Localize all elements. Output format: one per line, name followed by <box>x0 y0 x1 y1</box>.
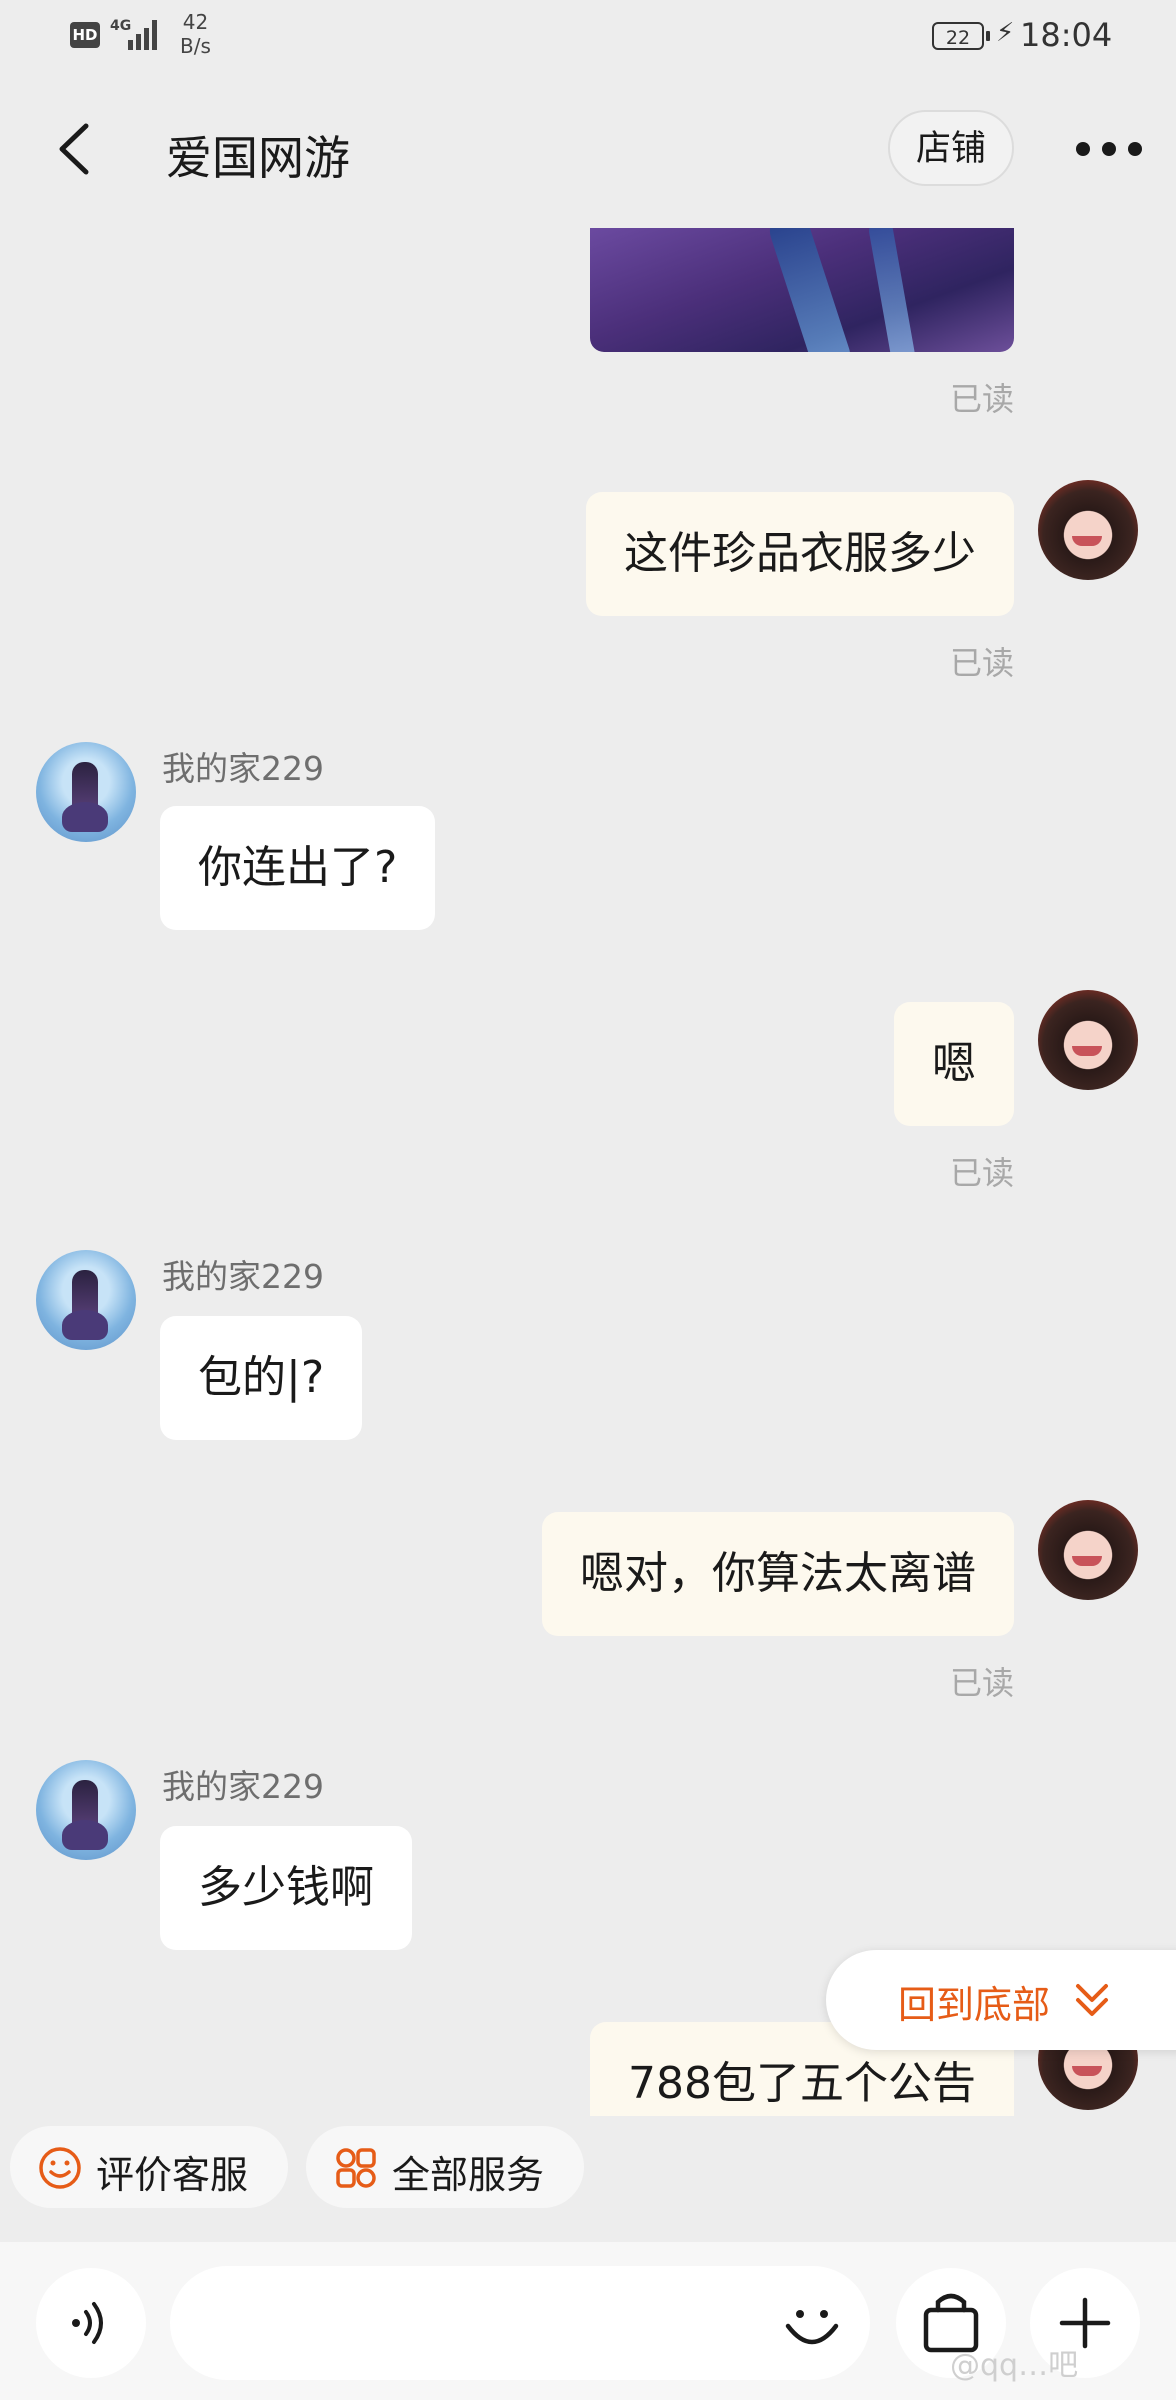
signal-icon <box>128 20 162 50</box>
image-message[interactable] <box>590 228 1014 352</box>
contact-message-bubble[interactable]: 你连出了? <box>160 806 436 930</box>
emoji-icon[interactable] <box>782 2294 842 2354</box>
contact-message-bubble[interactable]: 包的|? <box>160 1316 363 1440</box>
chat-message-list[interactable]: 已读 这件珍品衣服多少 已读 我的家229 你连出了? 嗯 已读 我的家229 … <box>0 224 1176 2116</box>
network-speed: 42 B/s <box>180 10 211 58</box>
smiley-icon <box>39 2147 81 2189</box>
my-message-bubble[interactable]: 这件珍品衣服多少 <box>586 492 1014 616</box>
read-receipt: 已读 <box>949 644 1014 682</box>
sender-name: 我的家229 <box>162 1767 324 1806</box>
my-message-bubble[interactable]: 嗯对，你算法太离谱 <box>542 1512 1014 1636</box>
more-options-button[interactable] <box>1074 130 1144 170</box>
chat-title: 爱国网游 <box>166 131 350 185</box>
my-avatar[interactable] <box>1038 990 1138 1090</box>
back-arrow-icon <box>59 123 89 175</box>
watermark: @qq…吧 <box>950 2348 1079 2383</box>
message-input[interactable] <box>170 2266 870 2380</box>
contact-avatar[interactable] <box>36 1250 136 1350</box>
clock: 18:04 <box>1020 16 1113 54</box>
double-chevron-down-icon <box>1076 1984 1108 2016</box>
rate-service-chip[interactable]: 评价客服 <box>10 2126 288 2208</box>
all-services-label: 全部服务 <box>392 2153 545 2197</box>
voice-icon <box>72 2302 103 2344</box>
back-button[interactable] <box>50 122 100 176</box>
voice-button[interactable] <box>36 2268 146 2378</box>
grid-services-icon <box>336 2148 376 2188</box>
back-to-bottom-label: 回到底部 <box>898 1983 1051 2027</box>
read-receipt: 已读 <box>949 1154 1014 1192</box>
more-dots-icon <box>1076 142 1090 156</box>
my-avatar[interactable] <box>1038 480 1138 580</box>
my-message-bubble[interactable]: 嗯 <box>894 1002 1014 1126</box>
back-to-bottom-button[interactable]: 回到底部 <box>826 1950 1176 2050</box>
read-receipt: 已读 <box>949 380 1014 418</box>
network-speed-unit: B/s <box>180 34 211 58</box>
contact-message-bubble[interactable]: 多少钱啊 <box>160 1826 412 1950</box>
contact-avatar[interactable] <box>36 1760 136 1860</box>
hd-indicator: HD <box>70 22 100 48</box>
shop-button[interactable]: 店铺 <box>888 110 1014 186</box>
contact-avatar[interactable] <box>36 742 136 842</box>
all-services-chip[interactable]: 全部服务 <box>306 2126 584 2208</box>
network-speed-value: 42 <box>182 10 209 34</box>
chat-header: 爱国网游 店铺 <box>0 74 1176 224</box>
sender-name: 我的家229 <box>162 749 324 788</box>
status-bar: HD 4G 42 B/s 22 ⚡ 18:04 <box>0 0 1176 74</box>
rate-service-label: 评价客服 <box>96 2153 249 2197</box>
sender-name: 我的家229 <box>162 1257 324 1296</box>
read-receipt: 已读 <box>949 1664 1014 1702</box>
battery-icon: 22 <box>932 22 990 50</box>
charging-icon: ⚡ <box>996 18 1015 48</box>
my-avatar[interactable] <box>1038 1500 1138 1600</box>
